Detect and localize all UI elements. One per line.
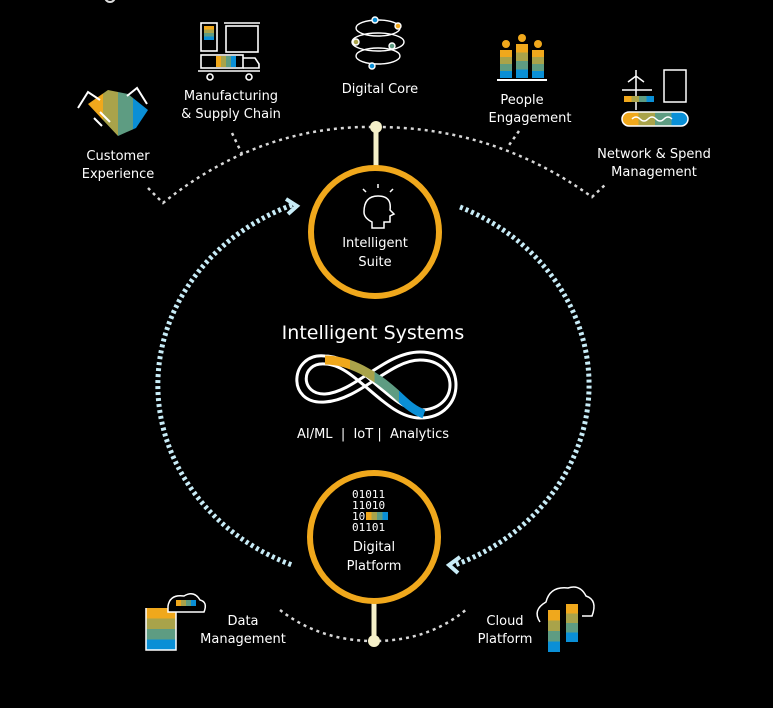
hub-label-line1: Digital	[353, 540, 395, 555]
svg-text:Management: Management	[611, 165, 697, 180]
hub-label-line2: Suite	[358, 255, 391, 270]
hub-digital-platform[interactable]: 01011 11010 10 01101 Digital Platform	[307, 470, 441, 604]
svg-text:Management: Management	[200, 632, 286, 647]
document-cloud-icon	[145, 593, 207, 651]
plane-calculator-icon	[621, 69, 689, 127]
hub-label-line2: Platform	[347, 559, 402, 574]
binary-data-icon: 01011 11010 10 01101	[352, 488, 388, 534]
svg-text:Manufacturing: Manufacturing	[184, 89, 278, 104]
flow-arc-right	[454, 204, 592, 568]
flow-arc-left	[155, 202, 293, 568]
node-people-engagement[interactable]: People Engagement	[489, 34, 572, 126]
svg-text:Platform: Platform	[478, 632, 533, 647]
node-customer-experience[interactable]: Customer Experience	[77, 86, 155, 182]
svg-text:Engagement: Engagement	[489, 111, 572, 126]
center-subtitle: AI/ML | IoT | Analytics	[297, 427, 449, 442]
hub-label-line1: Intelligent	[342, 236, 408, 251]
node-cloud-platform[interactable]: Cloud Platform	[478, 586, 595, 652]
svg-text:Experience: Experience	[82, 167, 155, 182]
infinity-icon	[295, 350, 458, 420]
cloud-bars-icon	[536, 586, 595, 652]
factory-truck-icon	[198, 22, 260, 81]
svg-text:& Supply Chain: & Supply Chain	[181, 107, 281, 122]
center-title: Intelligent Systems	[282, 322, 465, 344]
svg-text:Customer: Customer	[86, 149, 150, 164]
stray-dot	[104, 0, 116, 3]
node-digital-core[interactable]: Digital Core	[342, 16, 418, 97]
svg-text:Cloud: Cloud	[486, 614, 523, 629]
hub-intelligent-suite[interactable]: Intelligent Suite	[308, 165, 442, 299]
svg-text:People: People	[500, 93, 543, 108]
globe-network-icon	[351, 16, 405, 70]
bottom-node-dot	[368, 635, 380, 647]
svg-text:Network & Spend: Network & Spend	[597, 147, 711, 162]
svg-text:Digital Core: Digital Core	[342, 82, 418, 97]
svg-text:01101: 01101	[352, 521, 385, 534]
intelligent-enterprise-diagram: Intelligent Suite 01011 11010 10 01101 D…	[77, 0, 711, 652]
node-data-management[interactable]: Data Management	[145, 593, 286, 651]
top-node-dot	[370, 121, 382, 133]
node-network-spend-management[interactable]: Network & Spend Management	[597, 69, 711, 180]
node-manufacturing-supply-chain[interactable]: Manufacturing & Supply Chain	[181, 22, 281, 122]
people-icon	[497, 34, 547, 81]
svg-text:Data: Data	[227, 614, 258, 629]
handshake-icon	[77, 86, 148, 136]
